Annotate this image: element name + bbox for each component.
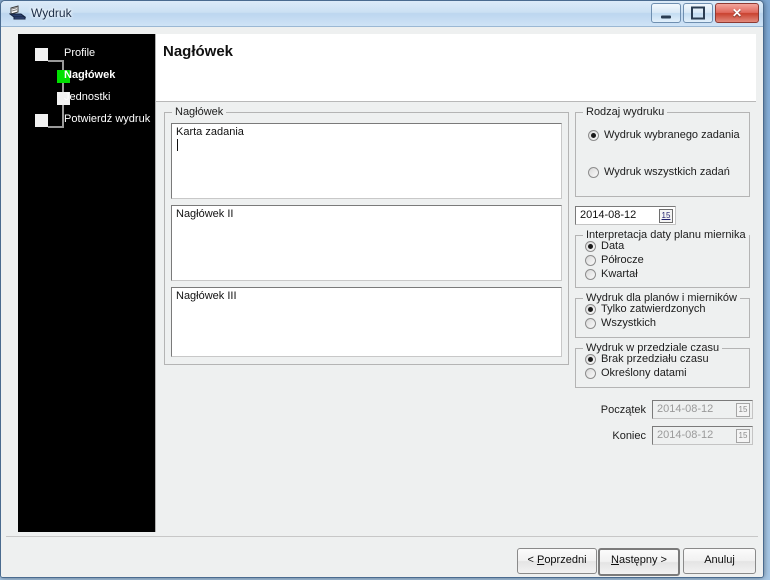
wizard-page: Nagłówek Nagłówek Karta zadania Nagłówek… (155, 34, 756, 532)
koniec-date-field[interactable]: 2014-08-12 15 (652, 426, 753, 445)
radio-dot-icon (585, 304, 596, 315)
sidebar-item-label: Jednostki (64, 91, 111, 103)
next-mnemonic: N (611, 554, 619, 566)
radio-label: Kwartał (601, 268, 638, 280)
text-cursor (177, 139, 178, 151)
wydruk-dla-planow-group: Wydruk dla planów i mierników Tylko zatw… (575, 292, 750, 338)
radio-dot-icon (585, 269, 596, 280)
interpretacja-daty-group: Interpretacja daty planu miernika Data P… (575, 229, 750, 288)
main-date-value: 2014-08-12 (580, 209, 637, 221)
previous-button-label: < Poprzedni (527, 554, 586, 566)
calendar-icon[interactable]: 15 (736, 403, 750, 417)
page-form: Nagłówek Karta zadania Nagłówek II Nagłó… (156, 102, 756, 532)
naglowek-group-legend: Nagłówek (172, 106, 227, 118)
sidebar-item-label: Profile (64, 47, 96, 59)
radio-dot-icon (585, 368, 596, 379)
wizard-step-tree: Profile Nagłówek Jednostki Potwierdź wyd… (18, 44, 155, 132)
sidebar-item-profile[interactable]: Profile (18, 44, 155, 66)
poczatek-date-value: 2014-08-12 (657, 403, 714, 415)
previous-prefix: < (527, 554, 537, 566)
radio-label: Określony datami (601, 367, 687, 379)
printer-icon (9, 5, 26, 20)
rodzaj-wydruku-legend: Rodzaj wydruku (583, 106, 668, 118)
previous-suffix: oprzedni (544, 554, 587, 566)
step-marker-potwierdz (35, 114, 48, 127)
naglowek-textarea-2[interactable]: Nagłówek II (171, 205, 562, 281)
calendar-icon[interactable]: 15 (736, 429, 750, 443)
window-body: Profile Nagłówek Jednostki Potwierdź wyd… (1, 27, 763, 577)
radio-dot-icon (585, 255, 596, 266)
previous-button[interactable]: < Poprzedni (517, 548, 597, 574)
window-controls: ✕ (651, 3, 759, 23)
close-button[interactable]: ✕ (715, 3, 759, 23)
close-icon: ✕ (731, 6, 743, 20)
radio-label: Półrocze (601, 254, 644, 266)
dialog-footer: < Poprzedni Następny > Anuluj (6, 536, 758, 577)
sidebar-item-label: Potwierdź wydruk (64, 113, 151, 125)
radio-dot-icon (588, 167, 599, 178)
koniec-label: Koniec (612, 430, 646, 442)
przedzial-czasu-group: Wydruk w przedziale czasu Brak przedział… (575, 342, 750, 388)
radio-label: Wydruk wybranego zadania (604, 129, 740, 141)
poczatek-label: Początek (600, 404, 646, 416)
maximize-icon (691, 6, 705, 20)
maximize-button[interactable] (683, 3, 713, 23)
radio-label: Wydruk wszystkich zadań (604, 166, 730, 178)
next-suffix: astępny > (618, 554, 667, 566)
koniec-date-value: 2014-08-12 (657, 429, 714, 441)
next-button[interactable]: Następny > (598, 548, 680, 576)
radio-dot-icon (585, 241, 596, 252)
radio-label: Brak przedziału czasu (601, 353, 709, 365)
step-marker-profile (35, 48, 48, 61)
footer-separator (6, 536, 758, 537)
minimize-icon (661, 15, 671, 19)
sidebar-item-naglowek[interactable]: Nagłówek (18, 66, 155, 88)
cancel-button-label: Anuluj (704, 554, 735, 566)
radio-dot-icon (585, 354, 596, 365)
main-date-field[interactable]: 2014-08-12 15 (575, 206, 676, 225)
rodzaj-wydruku-group: Rodzaj wydruku Wydruk wybranego zadania … (575, 106, 750, 197)
dialog-content: Profile Nagłówek Jednostki Potwierdź wyd… (6, 30, 758, 576)
radio-dot-icon (585, 318, 596, 329)
page-header-band: Nagłówek (156, 34, 756, 102)
page-title: Nagłówek (163, 43, 234, 60)
next-button-label: Następny > (611, 554, 667, 566)
sidebar-item-potwierdz-wydruk[interactable]: Potwierdź wydruk (18, 110, 155, 132)
naglowek-textarea-1-value: Karta zadania (176, 126, 244, 138)
window-title: Wydruk (31, 6, 72, 20)
naglowek-group: Nagłówek Karta zadania Nagłówek II Nagłó… (164, 106, 569, 365)
cancel-button[interactable]: Anuluj (683, 548, 756, 574)
radio-label: Tylko zatwierdzonych (601, 303, 706, 315)
minimize-button[interactable] (651, 3, 681, 23)
title-bar[interactable]: Wydruk ✕ (1, 1, 763, 27)
naglowek-textarea-1[interactable]: Karta zadania (171, 123, 562, 199)
wizard-sidebar: Profile Nagłówek Jednostki Potwierdź wyd… (18, 34, 155, 532)
sidebar-item-jednostki[interactable]: Jednostki (18, 88, 155, 110)
naglowek-textarea-3-value: Nagłówek III (176, 290, 237, 302)
calendar-icon[interactable]: 15 (659, 209, 673, 223)
naglowek-textarea-2-value: Nagłówek II (176, 208, 234, 220)
poczatek-date-field[interactable]: 2014-08-12 15 (652, 400, 753, 419)
wydruk-dialog-window: Wydruk ✕ Profile Nagłówek Jednostki Potw… (0, 0, 764, 578)
naglowek-textarea-3[interactable]: Nagłówek III (171, 287, 562, 357)
sidebar-item-label: Nagłówek (64, 69, 116, 81)
radio-dot-icon (588, 130, 599, 141)
radio-label: Wszystkich (601, 317, 656, 329)
radio-label: Data (601, 240, 625, 252)
